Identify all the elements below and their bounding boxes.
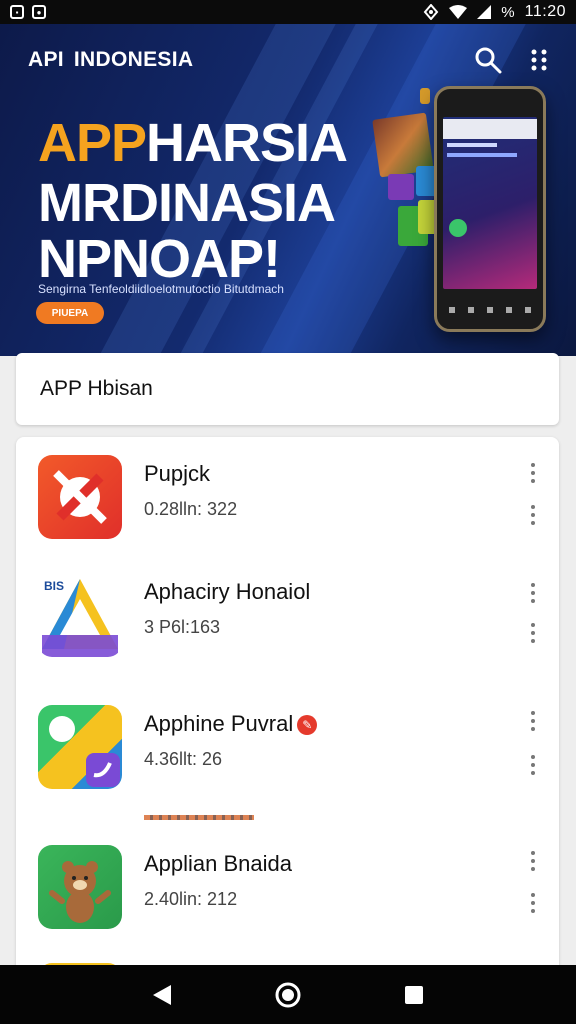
more-vert-icon[interactable] (528, 623, 538, 643)
edit-badge-icon: ✎ (297, 715, 318, 735)
section-header-card[interactable]: APP Hbisan (16, 353, 559, 425)
back-icon[interactable] (151, 983, 173, 1007)
system-nav-bar (0, 965, 576, 1024)
app-name: Applian Bnaida (144, 851, 293, 876)
wifi-icon (449, 5, 468, 19)
chat-app-icon (38, 705, 122, 789)
home-icon[interactable] (274, 981, 302, 1009)
hero-heading-line-3: NPNOAP! (38, 229, 281, 289)
app-meta: 3 P6l:163 (144, 617, 221, 637)
more-vert-icon[interactable] (528, 505, 538, 525)
status-bar: ▪ ● % 11:20 (0, 0, 576, 24)
app-name: Aphaciry Honaiol (144, 579, 311, 604)
more-vert-icon[interactable] (528, 711, 538, 731)
app-list: Pupjck 0.28lln: 322 BIS Aphaciry Honaiol… (16, 437, 559, 977)
list-item[interactable]: Pupjck 0.28lln: 322 (16, 437, 559, 539)
app-meta: 2.40lin: 212 (144, 889, 238, 909)
app-name: Apphine Puvral ✎ (144, 711, 318, 737)
more-vert-icon[interactable] (530, 48, 548, 72)
more-vert-icon[interactable] (528, 893, 538, 913)
more-vert-icon[interactable] (528, 851, 538, 871)
notification-icon-2: ● (32, 5, 46, 19)
brand-title: INDONESIA (73, 48, 194, 71)
decorative-divider (144, 815, 254, 820)
hero-cta-button[interactable]: PIUEPA (36, 302, 104, 324)
app-name: Pupjck (144, 461, 211, 486)
hero-subtitle: Sengirna Tenfeoldiidloelotmutoctio Bitut… (38, 282, 284, 296)
more-vert-icon[interactable] (528, 755, 538, 775)
phone-mockup (434, 86, 546, 332)
brand-logo[interactable]: API INDONESIA (28, 48, 193, 72)
clock: 11:20 (524, 3, 566, 20)
section-header-label: APP Hbisan (40, 377, 153, 400)
brand-logo-text: API (28, 48, 64, 71)
app-icon-text: BIS (44, 579, 65, 593)
tools-icon (38, 455, 122, 539)
search-icon[interactable] (474, 46, 502, 74)
signal-icon (477, 5, 492, 19)
location-icon (423, 4, 439, 20)
more-vert-icon[interactable] (528, 583, 538, 603)
notification-icon: ▪ (10, 5, 24, 19)
app-meta: 4.36llt: 26 (144, 749, 223, 769)
bear-app-icon (38, 845, 122, 929)
recents-icon[interactable] (403, 984, 425, 1006)
list-item[interactable]: Apphine Puvral ✎ 4.36llt: 26 (16, 687, 559, 789)
hero-line-1-rest: HARSIA (146, 113, 348, 173)
hero-heading-line-1: APPHARSIA (38, 113, 348, 173)
hero-heading-line-2: MRDINASIA (38, 173, 336, 233)
battery-text: % (501, 3, 515, 21)
list-item[interactable]: BIS Aphaciry Honaiol 3 P6l:163 (16, 555, 559, 657)
more-vert-icon[interactable] (528, 463, 538, 483)
hero-accent-text: APP (38, 113, 147, 173)
triangle-app-icon: BIS (38, 573, 122, 657)
hero-banner[interactable]: API INDONESIA APPHARSIA MRDINASIA NPNOAP… (0, 24, 576, 356)
app-name-text: Apphine Puvral (144, 711, 294, 736)
list-item[interactable]: Applian Bnaida 2.40lin: 212 (16, 827, 559, 929)
app-meta: 0.28lln: 322 (144, 499, 238, 519)
